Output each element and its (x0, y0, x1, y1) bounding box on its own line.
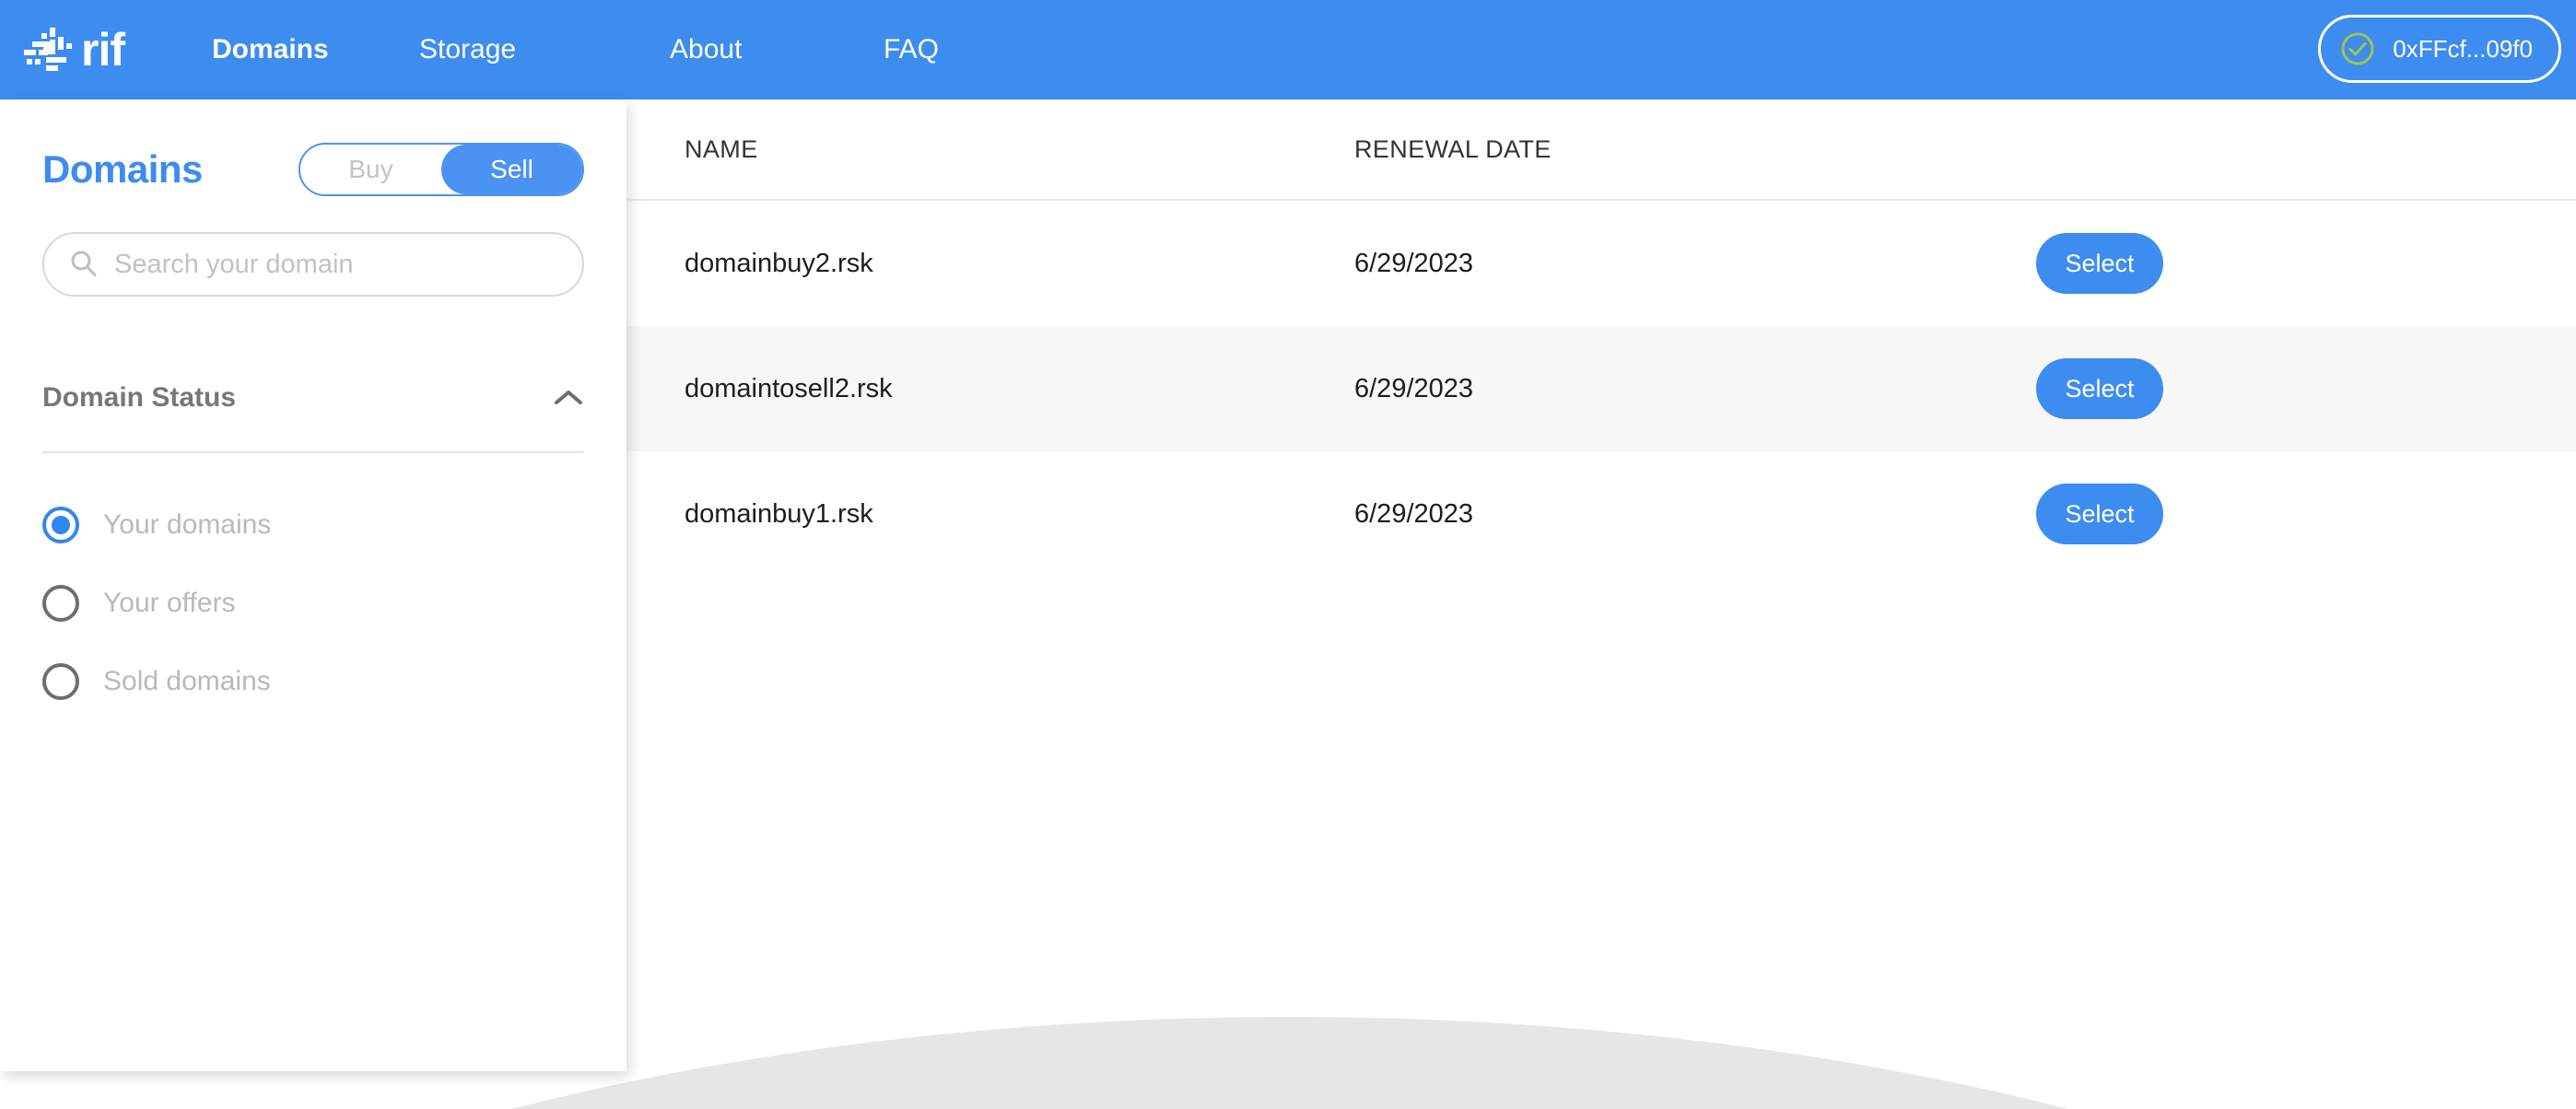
radio-indicator[interactable] (42, 663, 79, 700)
nav-item-domains[interactable]: Domains (212, 36, 419, 64)
nav-item-storage[interactable]: Storage (419, 36, 670, 64)
sidebar-panel: Domains Buy Sell Domain Status Your do (0, 99, 626, 1071)
table-header-row: NAME RENEWAL DATE (626, 99, 2576, 201)
wallet-address-button[interactable]: 0xFFcf...09f0 (2318, 15, 2561, 83)
nav-links: Domains Storage About FAQ (212, 36, 939, 64)
sidebar-header: Domains Buy Sell (42, 99, 584, 196)
table-row[interactable]: domaintosell2.rsk 6/29/2023 Select (626, 326, 2576, 451)
domain-status-title: Domain Status (42, 382, 237, 413)
cell-renewal-date: 6/29/2023 (1354, 498, 1474, 529)
buy-sell-toggle[interactable]: Buy Sell (299, 143, 584, 196)
select-button[interactable]: Select (2036, 484, 2163, 544)
table-row[interactable]: domainbuy1.rsk 6/29/2023 Select (626, 451, 2576, 577)
wallet-address-label: 0xFFcf...09f0 (2393, 35, 2533, 63)
domain-status-filter-header[interactable]: Domain Status (42, 372, 584, 424)
radio-label-sold-domains: Sold domains (103, 666, 271, 696)
radio-option-your-domains[interactable]: Your domains (42, 499, 584, 551)
search-box[interactable] (42, 232, 584, 297)
radio-indicator-selected[interactable] (42, 507, 79, 543)
radio-label-your-offers: Your offers (103, 588, 236, 618)
rif-pinwheel-logo-icon (24, 28, 72, 71)
column-header-renewal-date: RENEWAL DATE (1354, 134, 1551, 163)
filter-divider (42, 451, 584, 453)
search-input[interactable] (114, 249, 558, 280)
cell-action: Select (2036, 484, 2576, 544)
cell-action: Select (2036, 358, 2576, 419)
top-navigation-bar: rif Domains Storage About FAQ 0xFFcf...0… (0, 0, 2576, 99)
domain-status-options: Your domains Your offers Sold domains (42, 499, 584, 707)
brand-wordmark: rif (81, 24, 125, 76)
radio-option-sold-domains[interactable]: Sold domains (42, 656, 584, 707)
app-root: rif Domains Storage About FAQ 0xFFcf...0… (0, 0, 2576, 1109)
domains-table-panel: NAME RENEWAL DATE domainbuy2.rsk 6/29/20… (626, 99, 2576, 1109)
chevron-up-icon[interactable] (553, 388, 584, 408)
radio-option-your-offers[interactable]: Your offers (42, 578, 584, 629)
nav-item-about[interactable]: About (670, 36, 884, 64)
toggle-option-sell[interactable]: Sell (441, 145, 582, 194)
sidebar-title: Domains (42, 147, 203, 191)
toggle-option-buy[interactable]: Buy (300, 145, 441, 194)
nav-item-faq[interactable]: FAQ (884, 36, 939, 64)
select-button[interactable]: Select (2036, 358, 2163, 419)
cell-renewal-date: 6/29/2023 (1354, 373, 1474, 403)
cell-renewal-date: 6/29/2023 (1354, 248, 1474, 278)
table-row[interactable]: domainbuy2.rsk 6/29/2023 Select (626, 201, 2576, 326)
search-icon (71, 251, 97, 276)
check-circle-icon (2341, 32, 2374, 65)
radio-indicator[interactable] (42, 585, 79, 622)
radio-label-your-domains: Your domains (103, 509, 272, 540)
cell-domain-name: domainbuy1.rsk (685, 498, 873, 529)
brand-logo[interactable]: rif (22, 0, 125, 99)
cell-domain-name: domainbuy2.rsk (685, 248, 873, 278)
cell-action: Select (2036, 233, 2576, 294)
select-button[interactable]: Select (2036, 233, 2163, 294)
cell-domain-name: domaintosell2.rsk (685, 373, 893, 403)
column-header-name: NAME (685, 134, 758, 163)
